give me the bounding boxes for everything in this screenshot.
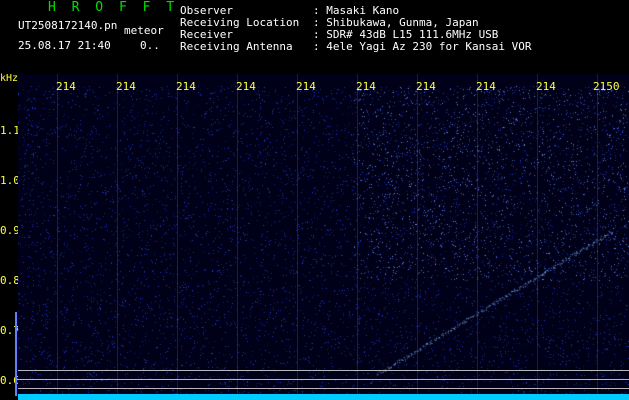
header-panel: H R O F F T UT2508172140.pn meteor 25.08… — [0, 0, 629, 74]
time-tick-label: 214 — [536, 80, 556, 93]
time-tick-label: 2150 — [593, 80, 620, 93]
meteor-count: 0.. — [140, 39, 160, 52]
reference-line — [18, 370, 629, 371]
info-label-antenna: Receiving Antenna — [180, 40, 293, 53]
info-value-antenna: : 4ele Yagi Az 230 for Kansai VOR — [313, 40, 532, 53]
time-tick-label: 214 — [296, 80, 316, 93]
freq-tick-0-8: 0.8 — [0, 274, 20, 287]
time-tick-label: 214 — [416, 80, 436, 93]
time-tick-label: 214 — [176, 80, 196, 93]
time-gridline — [537, 74, 538, 400]
reference-line — [18, 388, 629, 389]
app-title: H R O F F T — [48, 0, 179, 15]
time-tick-label: 214 — [116, 80, 136, 93]
time-gridline — [417, 74, 418, 400]
time-gridline — [237, 74, 238, 400]
time-gridline — [117, 74, 118, 400]
time-gridline — [357, 74, 358, 400]
waterfall-plot: 214 214 214 214 214 214 214 214 214 2150 — [18, 74, 629, 400]
datetime: 25.08.17 21:40 — [18, 39, 111, 52]
yaxis-marker — [15, 312, 17, 396]
freq-tick-0-9: 0.9 — [0, 224, 20, 237]
time-gridline — [177, 74, 178, 400]
signal-baseline — [18, 394, 629, 400]
time-gridline — [477, 74, 478, 400]
reference-line — [18, 379, 629, 380]
meteor-label: meteor — [124, 24, 164, 37]
freq-tick-1-1: 1.1 — [0, 124, 20, 137]
time-tick-label: 214 — [56, 80, 76, 93]
time-tick-label: 214 — [476, 80, 496, 93]
freq-tick-1-0: 1.0 — [0, 174, 20, 187]
file-name: UT2508172140.pn — [18, 19, 118, 32]
time-gridline — [57, 74, 58, 400]
time-tick-label: 214 — [236, 80, 256, 93]
time-tick-label: 214 — [356, 80, 376, 93]
time-gridline — [597, 74, 598, 400]
frequency-unit-label: kHz — [0, 73, 19, 84]
time-gridline — [297, 74, 298, 400]
info-values: : Masaki Kano : Shibukawa, Gunma, Japan … — [313, 5, 532, 53]
info-labels: Observer Receiving Location Receiver Rec… — [180, 5, 299, 53]
